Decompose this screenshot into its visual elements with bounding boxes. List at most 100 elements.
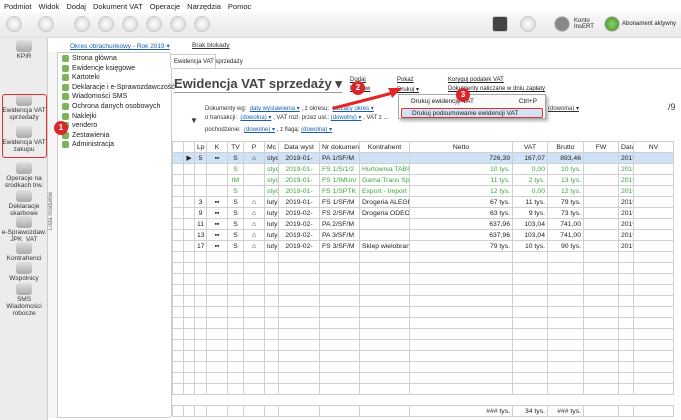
- module-item-8[interactable]: Zestawienia: [62, 131, 109, 139]
- toolbar-box-icon[interactable]: [492, 16, 508, 32]
- table-row[interactable]: IMstyczeń2019-01-FS 1/IMUn/Gama Trans Sp…: [172, 174, 674, 186]
- column-header-11[interactable]: Brutto: [547, 141, 584, 153]
- column-header-7[interactable]: Nr dokumentu: [319, 141, 360, 153]
- column-header-1[interactable]: Lp: [194, 141, 207, 153]
- transaction-dropdown[interactable]: (dowolna) ▾: [240, 115, 271, 121]
- column-header-9[interactable]: Netto: [409, 141, 513, 153]
- empty-cell: [583, 306, 619, 318]
- module-item-6[interactable]: Naklejki: [62, 112, 97, 120]
- column-header-2[interactable]: K: [206, 141, 228, 153]
- toolbar-open-icon[interactable]: [38, 16, 54, 32]
- account-icon[interactable]: [554, 16, 570, 32]
- cell-data-wyst: 2019-02-: [278, 207, 320, 219]
- module-item-4[interactable]: Wiadomości SMS: [62, 93, 127, 101]
- table-row[interactable]: 17▪▪S⌂luty 2012019-02-FS 3/SF/MSklep wie…: [172, 240, 674, 252]
- origin-dropdown[interactable]: (dowolne) ▾: [244, 127, 275, 133]
- toolbar-users-icon[interactable]: [146, 16, 162, 32]
- menu-4[interactable]: Operacje: [150, 2, 180, 11]
- modules-strip[interactable]: [48, 52, 58, 418]
- collapse-filters-icon[interactable]: ▼: [190, 116, 198, 125]
- column-header-3[interactable]: TV: [227, 141, 244, 153]
- cell-fw: [583, 174, 619, 186]
- account-label[interactable]: Konto InsERT: [574, 18, 598, 30]
- toolbar-edit-icon[interactable]: [122, 16, 138, 32]
- empty-cell: [409, 262, 513, 274]
- cell-lp: 11: [194, 218, 207, 230]
- column-header-6[interactable]: Data wyst: [278, 141, 320, 153]
- column-header-4[interactable]: P: [243, 141, 265, 153]
- cell-data-zd: 2019-02-: [618, 207, 634, 219]
- table-row[interactable]: ▶5▪▪S⌂styczeń2019-01-PA 1/SF/M 726,39167,…: [172, 152, 674, 164]
- summary-cell: [227, 405, 244, 417]
- menu-2[interactable]: Dodaj: [66, 2, 86, 11]
- lock-status-link[interactable]: Brak blokady: [192, 42, 230, 49]
- column-header-10[interactable]: VAT: [512, 141, 548, 153]
- module-item-9[interactable]: Administracja: [62, 141, 114, 149]
- table-row[interactable]: Sstyczeń2019-01-FS 1/S/1/2Hurtownia TABI…: [172, 163, 674, 175]
- table-row[interactable]: 3▪▪S⌂luty 2012019-01-FS 1/SF/MDrogeria A…: [172, 196, 674, 208]
- module-item-3[interactable]: Deklaracje i e-Sprawozdawczość: [62, 83, 175, 91]
- sidebar-item-7[interactable]: Wspólnicy: [0, 262, 48, 282]
- menu-item-print-register[interactable]: Drukuj ewidencję VAT Ctrl+P: [401, 97, 543, 107]
- empty-cell: [512, 262, 548, 274]
- sidebar-item-3[interactable]: Operacje na środkach trw.: [0, 162, 48, 189]
- toolbar-stamp-icon[interactable]: [74, 16, 90, 32]
- empty-cell: [227, 383, 244, 395]
- menu-item-print-summary[interactable]: Drukuj podsumowanie ewidencji VAT: [401, 108, 543, 118]
- empty-cell: [183, 372, 195, 384]
- sidebar-item-4[interactable]: Deklaracje skarbowe: [0, 190, 48, 217]
- table-row[interactable]: 11▪▪S⌂luty 2012019-02-PA 2/SF/M637,96103…: [172, 218, 674, 230]
- table-row[interactable]: 13▪▪S⌂luty 2012019-02-PA 3/SF/M637,96103…: [172, 229, 674, 241]
- subscription-status[interactable]: Abonament aktywny: [622, 21, 676, 27]
- toolbar-cloud-icon[interactable]: [520, 16, 536, 32]
- period-selector[interactable]: Okres obrachunkowy - Rok 2019 ▾: [70, 42, 170, 50]
- toolbar-tag-icon[interactable]: [98, 16, 114, 32]
- sidebar-item-5[interactable]: e-Sprawozdaw. JPK_VAT: [0, 216, 48, 243]
- filter-dropdown[interactable]: (dowolna) ▾: [548, 105, 579, 112]
- empty-cell: [359, 273, 410, 285]
- empty-cell: [172, 383, 184, 395]
- sidebar-item-0[interactable]: KPiR: [0, 40, 48, 60]
- cell-tv: S: [227, 152, 244, 164]
- vat-settlement-dropdown[interactable]: (dowolny) ▾: [331, 115, 362, 121]
- menu-1[interactable]: Widok: [39, 2, 60, 11]
- column-header-5[interactable]: Mc nalic: [264, 141, 279, 153]
- toolbar-print-icon[interactable]: [170, 16, 186, 32]
- module-item-2[interactable]: Kartoteki: [62, 74, 100, 82]
- column-header-0[interactable]: [183, 141, 195, 153]
- column-header-14[interactable]: NV: [633, 141, 674, 153]
- empty-cell: [278, 339, 320, 351]
- sidebar-item-8[interactable]: SMS Wiadomości robocze: [0, 283, 48, 317]
- empty-cell: [583, 372, 619, 384]
- correct-vat-link[interactable]: Koryguj podatek VAT: [448, 77, 504, 83]
- date-type-dropdown[interactable]: daty wystawienia ▾: [250, 106, 300, 112]
- menu-5[interactable]: Narzędzia: [187, 2, 221, 11]
- cell-data-zd: 2019-01-: [618, 185, 634, 197]
- empty-cell: [633, 328, 674, 340]
- sidebar-item-6[interactable]: Kontrahenci: [0, 242, 48, 262]
- table-row[interactable]: 9▪▪S⌂luty 2012019-02-FS 2/SF/MDrogeria O…: [172, 207, 674, 219]
- column-header-13[interactable]: Data ZD: [618, 141, 634, 153]
- module-icon: [16, 40, 32, 52]
- toolbar-new-icon[interactable]: [6, 16, 22, 32]
- toolbar-help-icon[interactable]: [194, 16, 210, 32]
- module-item-1[interactable]: Ewidencje księgowe: [62, 64, 135, 72]
- table-row[interactable]: Sstyczeń2019-01-FS 1/SPTKExport - Import…: [172, 185, 674, 197]
- menu-6[interactable]: Pomoc: [228, 2, 251, 11]
- tab-ewidencja-vat-sprzedazy[interactable]: Ewidencja VAT sprzedaży: [170, 54, 243, 68]
- empty-cell: [278, 284, 320, 296]
- column-header-12[interactable]: FW: [583, 141, 619, 153]
- cell-p: ⌂: [243, 240, 265, 252]
- page-title[interactable]: Ewidencja VAT sprzedaży ▾: [174, 76, 342, 93]
- row-indent: [172, 240, 184, 252]
- empty-cell: [206, 361, 228, 373]
- cell-mc-nalic: styczeń: [264, 163, 279, 175]
- module-item-0[interactable]: Strona główna: [62, 55, 117, 62]
- empty-cell: [633, 273, 674, 285]
- menu-3[interactable]: Dokument VAT: [93, 2, 143, 11]
- flag-dropdown[interactable]: (dowolna) ▾: [301, 127, 332, 133]
- menu-0[interactable]: Podmiot: [4, 2, 32, 11]
- shortcut-label: Ctrl+P: [518, 98, 537, 105]
- module-item-5[interactable]: Ochrona danych osobowych: [62, 103, 160, 110]
- column-header-8[interactable]: Kontrahent: [359, 141, 410, 153]
